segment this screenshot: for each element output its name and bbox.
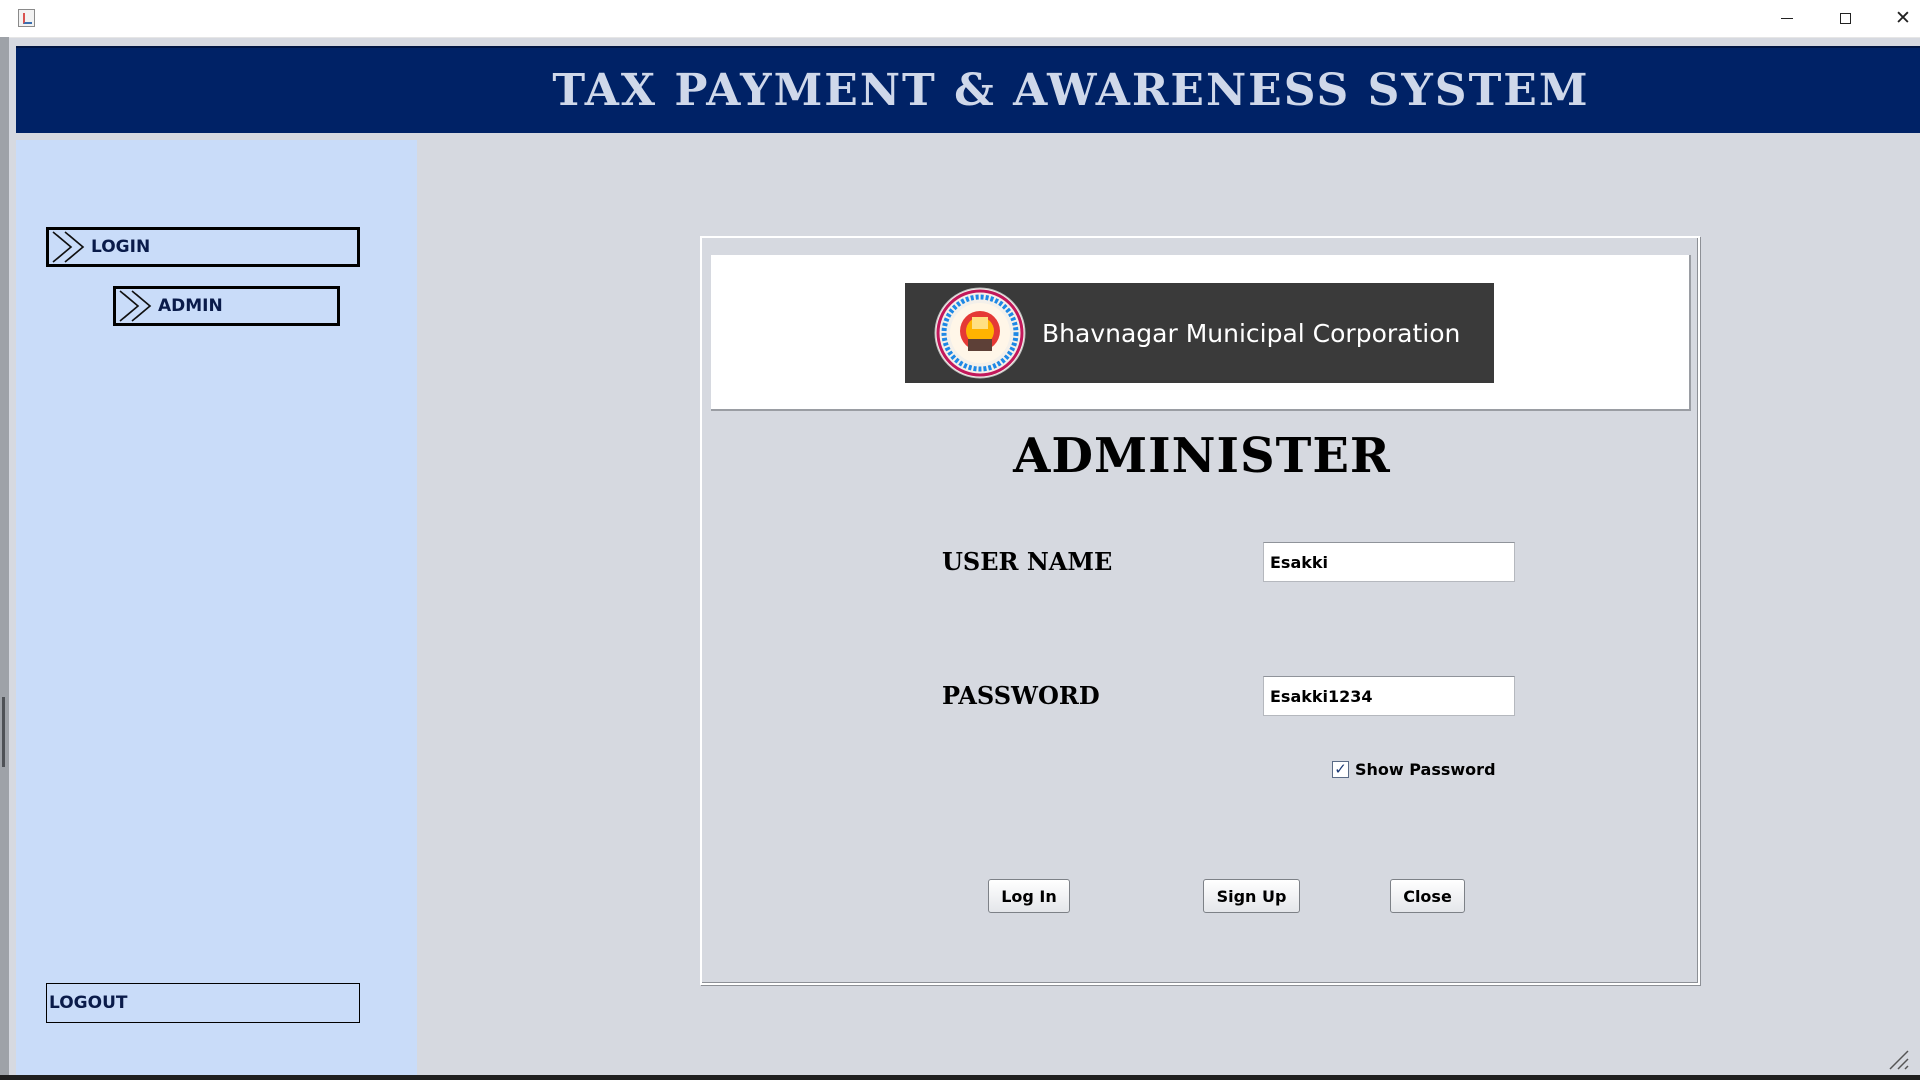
show-password-checkbox[interactable]: ✓ Show Password	[1332, 760, 1496, 779]
close-button[interactable]: Close	[1390, 879, 1465, 913]
title-bar: ✕	[0, 0, 1920, 38]
sidebar-item-label: ADMIN	[158, 296, 223, 316]
double-chevron-right-icon	[52, 231, 85, 263]
logout-button[interactable]: LOGOUT	[46, 983, 360, 1023]
edge-notch	[2, 697, 5, 767]
sidebar-item-label: LOGIN	[91, 237, 151, 257]
app-window: ✕ TAX PAYMENT & AWARENESS SYSTEM LOGIN A…	[0, 0, 1920, 1075]
organization-logo: Bhavnagar Municipal Corporation	[905, 283, 1494, 383]
sidebar: LOGIN ADMIN LOGOUT	[16, 140, 417, 1075]
maximize-icon	[1839, 13, 1851, 24]
java-app-icon	[18, 9, 35, 27]
close-icon: ✕	[1895, 7, 1911, 29]
sidebar-item-admin[interactable]: ADMIN	[113, 286, 340, 326]
log-in-button[interactable]: Log In	[988, 879, 1070, 913]
sidebar-item-login[interactable]: LOGIN	[46, 227, 360, 267]
username-label: USER NAME	[942, 547, 1113, 576]
sign-up-button[interactable]: Sign Up	[1203, 879, 1300, 913]
password-label: PASSWORD	[942, 681, 1100, 710]
app-title: TAX PAYMENT & AWARENESS SYSTEM	[552, 65, 1590, 116]
window-close-button[interactable]: ✕	[1874, 0, 1920, 37]
checkbox-checked-icon: ✓	[1332, 761, 1349, 778]
username-field[interactable]	[1263, 542, 1515, 582]
window-left-edge	[0, 37, 9, 1075]
header-banner: TAX PAYMENT & AWARENESS SYSTEM	[16, 46, 1920, 133]
password-field[interactable]	[1263, 676, 1515, 716]
organization-name: Bhavnagar Municipal Corporation	[1042, 318, 1461, 348]
resize-grip-icon[interactable]	[1880, 1045, 1910, 1070]
maximize-button[interactable]	[1816, 0, 1874, 37]
minimize-icon	[1781, 18, 1793, 19]
minimize-button[interactable]	[1758, 0, 1816, 37]
double-chevron-right-icon	[119, 290, 152, 322]
logout-label: LOGOUT	[49, 993, 128, 1013]
admin-login-panel: Bhavnagar Municipal Corporation ADMINIST…	[700, 236, 1700, 985]
municipal-emblem-icon	[934, 287, 1026, 379]
show-password-label: Show Password	[1355, 760, 1496, 779]
logo-container: Bhavnagar Municipal Corporation	[711, 255, 1691, 411]
page-title: ADMINISTER	[1013, 428, 1391, 484]
